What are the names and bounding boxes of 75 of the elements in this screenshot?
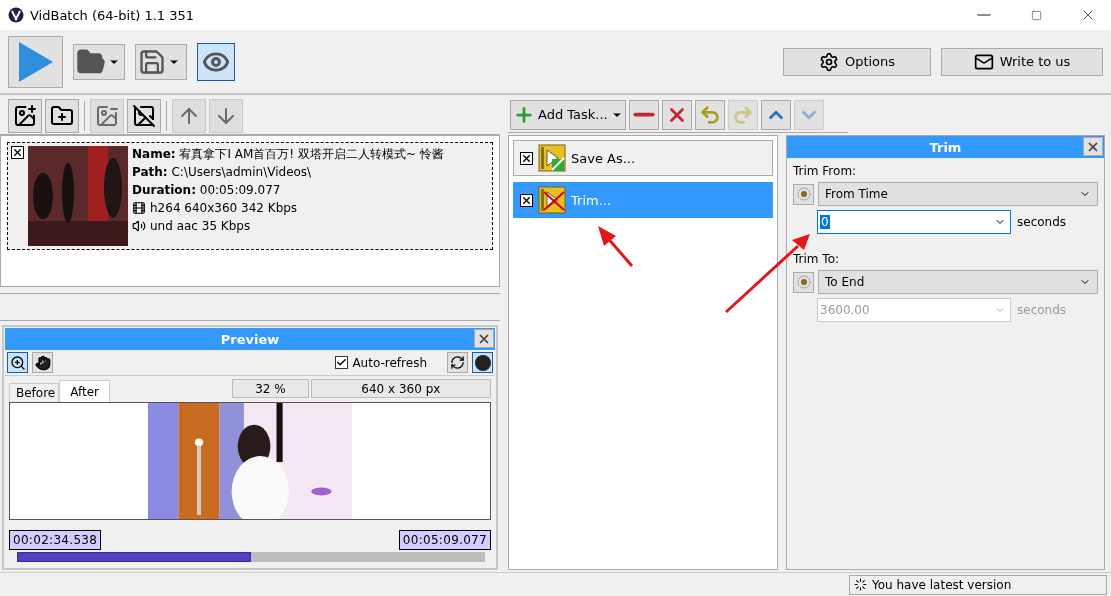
panel-title: Preview xyxy=(5,328,495,350)
checkbox[interactable] xyxy=(520,193,533,207)
file-name: Name: 宥真拿下I AM首百万! 双塔开启二人转模式~ 怜酱 xyxy=(132,146,444,162)
toolbar-button[interactable] xyxy=(45,98,79,133)
check-icon xyxy=(336,357,348,368)
zoom-level: 32 % xyxy=(232,379,309,398)
settings-icon xyxy=(818,51,839,72)
contact-button[interactable]: Write to us xyxy=(941,47,1103,76)
toolbar-button[interactable] xyxy=(8,98,42,133)
add-task-button[interactable]: Add Task... xyxy=(510,99,626,130)
refresh-icon xyxy=(450,355,465,370)
cross-icon xyxy=(521,194,532,206)
folder-add-icon xyxy=(50,103,74,128)
speaker-icon xyxy=(132,219,146,233)
zoom-button[interactable] xyxy=(7,352,28,373)
field-label: Trim From: xyxy=(793,164,858,178)
auto-refresh-checkbox[interactable]: Auto-refresh xyxy=(335,355,427,370)
file-duration: Duration: 00:05:09.077 xyxy=(132,182,282,198)
frame-size: 640 x 360 px xyxy=(310,379,491,398)
task-label: Save As... xyxy=(571,150,636,166)
zoom-icon xyxy=(9,354,26,371)
unit-label: seconds xyxy=(1017,215,1067,229)
cross-icon xyxy=(521,152,532,164)
film-icon xyxy=(132,201,146,215)
file-item[interactable]: Name: 宥真拿下I AM首百万! 双塔开启二人转模式~ 怜酱 Path: C:\Users\admin\Videos\ Duration: 00:05:09.077 h264 640x360 342 Kbps und aac 35 Kbps xyxy=(7,142,493,250)
maximize-icon xyxy=(1030,9,1042,21)
mode-select[interactable]: From Time xyxy=(818,182,1098,206)
open-button[interactable] xyxy=(73,43,125,80)
field-label: Trim To: xyxy=(793,252,839,266)
refresh-button[interactable] xyxy=(447,352,468,373)
checkbox[interactable] xyxy=(11,146,24,159)
annotation-arrow xyxy=(598,226,634,267)
audio-info: und aac 35 Kbps xyxy=(150,218,251,234)
toolbar-button[interactable] xyxy=(127,98,161,133)
play-button[interactable] xyxy=(8,35,63,88)
unit-label: seconds xyxy=(1017,303,1067,317)
save-button[interactable] xyxy=(135,43,187,80)
spinner-icon xyxy=(854,578,867,591)
tab[interactable]: After xyxy=(59,380,111,402)
hand-icon xyxy=(34,354,51,371)
minus-icon xyxy=(632,112,655,117)
image-delete-icon xyxy=(132,103,156,128)
floppy-icon xyxy=(138,47,166,76)
task-item[interactable]: Save As... xyxy=(513,140,773,176)
close-button[interactable] xyxy=(1083,137,1103,156)
close-button[interactable] xyxy=(474,329,494,348)
checkbox[interactable] xyxy=(520,151,533,165)
window-title: VidBatch (64-bit) 1.1 351 xyxy=(30,7,196,23)
panel-title: Trim xyxy=(787,136,1104,158)
film-save-icon xyxy=(538,144,566,172)
image-remove-icon xyxy=(95,103,119,128)
file-path: Path: C:\Users\admin\Videos\ xyxy=(132,164,313,180)
cross-icon xyxy=(12,147,23,158)
mode-select[interactable]: To End xyxy=(818,270,1098,294)
start-time: 00:02:34.538 xyxy=(9,530,102,550)
preview-toggle[interactable] xyxy=(197,42,235,81)
status-text: You have latest version xyxy=(872,577,1012,592)
undo-icon xyxy=(698,103,721,126)
circle-icon xyxy=(474,354,491,371)
target-button[interactable] xyxy=(793,183,814,205)
tab[interactable]: Before xyxy=(9,383,59,402)
target-button[interactable] xyxy=(793,271,814,293)
pan-button[interactable] xyxy=(32,352,53,373)
input-field[interactable]: 0 xyxy=(817,210,1011,234)
minimize-icon xyxy=(977,14,991,16)
task-label: Trim... xyxy=(571,192,612,208)
redo-icon xyxy=(731,103,754,126)
app-logo xyxy=(8,7,24,23)
options-button[interactable]: Options xyxy=(783,47,931,76)
film-scissors-icon xyxy=(538,186,566,214)
record-button[interactable] xyxy=(472,352,493,373)
end-time: 00:05:09.077 xyxy=(398,530,491,550)
play-icon xyxy=(18,41,53,82)
video-info: h264 640x360 342 Kbps xyxy=(150,200,298,216)
image-add-icon xyxy=(13,103,37,128)
